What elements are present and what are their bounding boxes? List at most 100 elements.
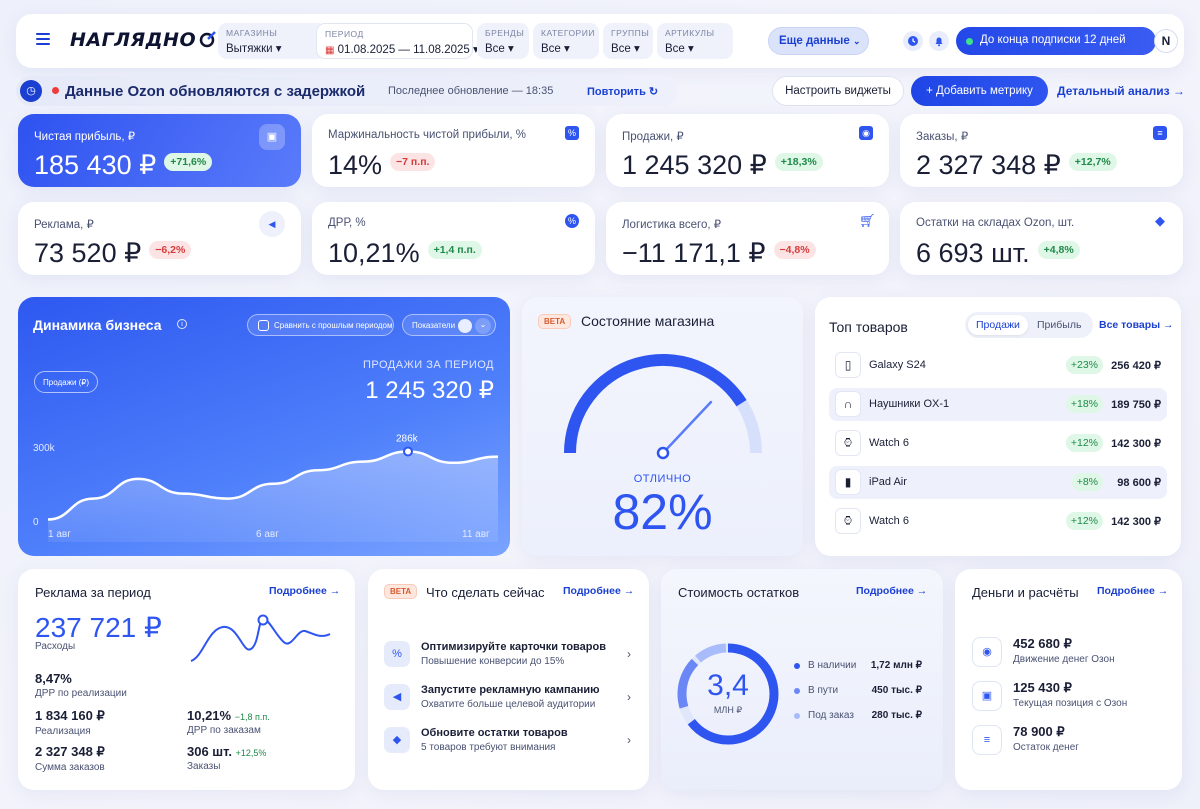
y-tick-label: 300k [33, 443, 56, 454]
money-more-link[interactable]: Подробнее → [1097, 585, 1168, 597]
logo[interactable]: НАГЛЯДНО [70, 29, 196, 51]
product-row[interactable]: ⌚︎ Watch 6 +12% 142 300 ₽ [829, 427, 1167, 460]
chevron-right-icon: › [627, 647, 631, 661]
gauge-track [564, 354, 762, 454]
percent-icon: % [384, 641, 410, 667]
all-products-link[interactable]: Все товары → [1099, 319, 1174, 331]
health-value: 82% [612, 484, 713, 540]
x-tick-label: 6 авг [256, 529, 279, 540]
headphones-icon: ∩ [835, 391, 861, 417]
cash-icon: ◉ [859, 126, 873, 140]
store-health-card: BETA Состояние магазина ОТЛИЧНО 82% [522, 297, 803, 556]
product-row[interactable]: ⌚︎ Watch 6 +12% 142 300 ₽ [829, 505, 1167, 538]
task-optimize-cards[interactable]: % Оптимизируйте карточки товаров Повышен… [384, 639, 634, 671]
todo-card: BETA Что сделать сейчас Подробнее → % Оп… [368, 569, 649, 790]
kpi-logistics[interactable]: Логистика всего, ₽ −11 171,1 ₽ −4,8% 🛒︎ [606, 202, 889, 275]
gauge-needle [661, 400, 713, 455]
more-data-button[interactable]: Еще данные ⌄ [768, 27, 869, 55]
configure-widgets-button[interactable]: Настроить виджеты [772, 76, 904, 106]
percent-icon: % [565, 126, 579, 140]
highlight-point [403, 446, 413, 457]
tab-sales[interactable]: Продажи [968, 315, 1028, 335]
wallet-icon: ▣ [259, 124, 285, 150]
filter-shops[interactable]: МАГАЗИНЫ Вытяжки ▾ [218, 23, 326, 59]
money-card: Деньги и расчёты Подробнее → ◉ 452 680 ₽… [955, 569, 1182, 790]
y-tick-label: 0 [33, 517, 39, 528]
task-update-stock[interactable]: ◆ Обновите остатки товаров 5 товаров тре… [384, 725, 634, 757]
clock-icon[interactable] [903, 31, 923, 51]
cart-icon: 🛒︎ [859, 213, 876, 228]
phone-icon: ▯ [835, 352, 861, 378]
filter-groups[interactable]: ГРУППЫ Все ▾ [603, 23, 653, 59]
business-dynamics-card: Динамика бизнеса i Сравнить с прошлым пе… [18, 297, 510, 556]
chevron-down-icon: ⌄ [852, 36, 861, 46]
top-products-card: Топ товаров Продажи Прибыль Все товары →… [815, 297, 1181, 556]
product-row[interactable]: ∩ Наушники OX-1 +18% 189 750 ₽ [829, 388, 1167, 421]
chevron-right-icon: › [627, 690, 631, 704]
ads-expense-value: 237 721 ₽ [35, 612, 162, 643]
menu-icon[interactable] [36, 33, 50, 45]
stock-cost-card: Стоимость остатков Подробнее → 3,4 МЛН ₽… [661, 569, 943, 790]
filter-articles[interactable]: АРТИКУЛЫ Все ▾ [657, 23, 733, 59]
tab-profit[interactable]: Прибыль [1029, 315, 1089, 335]
avatar[interactable]: N [1154, 29, 1178, 53]
bell-icon[interactable] [929, 31, 949, 51]
filter-categories[interactable]: КАТЕГОРИИ Все ▾ [533, 23, 599, 59]
kpi-net-profit[interactable]: Чистая прибыль, ₽ 185 430 ₽ +71,6% ▣ [18, 114, 301, 187]
todo-more-link[interactable]: Подробнее → [563, 585, 634, 597]
stock-total-value: 3,4 [707, 669, 749, 702]
kpi-orders[interactable]: Заказы, ₽ 2 327 348 ₽ +12,7% ≡ [900, 114, 1183, 187]
add-metric-button[interactable]: + Добавить метрику [911, 76, 1048, 106]
kpi-sales[interactable]: Продажи, ₽ 1 245 320 ₽ +18,3% ◉ [606, 114, 889, 187]
subscription-button[interactable]: До конца подписки 12 дней [956, 27, 1156, 55]
refresh-icon: ↻ [648, 86, 659, 98]
megaphone-icon: ◀ [384, 684, 410, 710]
filter-brands[interactable]: БРЕНДЫ Все ▾ [477, 23, 529, 59]
kpi-ads[interactable]: Реклама, ₽ 73 520 ₽ −6,2% ◀ [18, 202, 301, 275]
calendar-icon: ▦ [325, 45, 335, 56]
product-row[interactable]: ▯ Galaxy S24 +23% 256 420 ₽ [829, 349, 1167, 382]
tablet-icon: ▮ [835, 469, 861, 495]
receipt-icon: ≡ [1153, 126, 1167, 140]
detail-analysis-link[interactable]: Детальный анализ → [1057, 84, 1185, 98]
cash-icon: ◉ [972, 637, 1002, 667]
ads-card: Реклама за период Подробнее → 237 721 ₽ … [18, 569, 355, 790]
sales-area-chart: 286k 0 300k 1 авг 6 авг 11 авг [33, 433, 499, 542]
filter-period[interactable]: ПЕРИОД ▦ 01.08.2025 — 11.08.2025 ▾ [316, 23, 479, 59]
box-icon: ◆ [1155, 213, 1165, 228]
legend-dot [794, 663, 800, 669]
money-flow-item[interactable]: ◉ 452 680 ₽ Движение денег Озон [972, 635, 1162, 671]
gauge-pivot [656, 446, 670, 460]
x-tick-label: 1 авг [48, 529, 71, 540]
megaphone-icon: ◀ [259, 211, 285, 237]
watch-icon: ⌚︎ [835, 508, 861, 534]
receipt-icon: ≡ [972, 725, 1002, 755]
logo-mark-icon [199, 31, 216, 48]
money-balance-item[interactable]: ≡ 78 900 ₽ Остаток денег [972, 723, 1162, 759]
x-tick-label: 11 авг [462, 529, 490, 540]
stock-more-link[interactable]: Подробнее → [856, 585, 927, 597]
kpi-margin[interactable]: Маржинальность чистой прибыли, % 14% −7 п… [312, 114, 595, 187]
legend-dot [794, 713, 800, 719]
delay-alert: ◷ Данные Ozon обновляются с задержкой По… [16, 76, 678, 106]
gauge-fill [564, 354, 747, 454]
retry-button[interactable]: Повторить ↻ [587, 85, 658, 98]
top-bar: НАГЛЯДНО МАГАЗИНЫ Вытяжки ▾ ПЕРИОД ▦ 01.… [16, 14, 1184, 68]
ads-more-link[interactable]: Подробнее → [269, 585, 340, 597]
task-launch-ads[interactable]: ◀ Запустите рекламную кампанию Охватите … [384, 682, 634, 714]
box-icon: ◆ [384, 727, 410, 753]
money-position-item[interactable]: ▣ 125 430 ₽ Текущая позиция с Озон [972, 679, 1162, 715]
clock-icon: ◷ [20, 80, 42, 102]
watch-icon: ⌚︎ [835, 430, 861, 456]
top-products-tabs: Продажи Прибыль [965, 312, 1093, 338]
chevron-right-icon: › [627, 733, 631, 747]
kpi-stock[interactable]: Остатки на складах Ozon, шт. 6 693 шт. +4… [900, 202, 1183, 275]
kpi-drr[interactable]: ДРР, % 10,21% +1,4 п.п. % [312, 202, 595, 275]
legend-dot [794, 688, 800, 694]
beta-badge: BETA [384, 584, 418, 599]
highlight-label: 286k [396, 433, 419, 444]
wallet-icon: ▣ [972, 681, 1002, 711]
status-dot [966, 38, 973, 45]
product-row[interactable]: ▮ iPad Air +8% 98 600 ₽ [829, 466, 1167, 499]
ads-sparkline [190, 614, 331, 662]
